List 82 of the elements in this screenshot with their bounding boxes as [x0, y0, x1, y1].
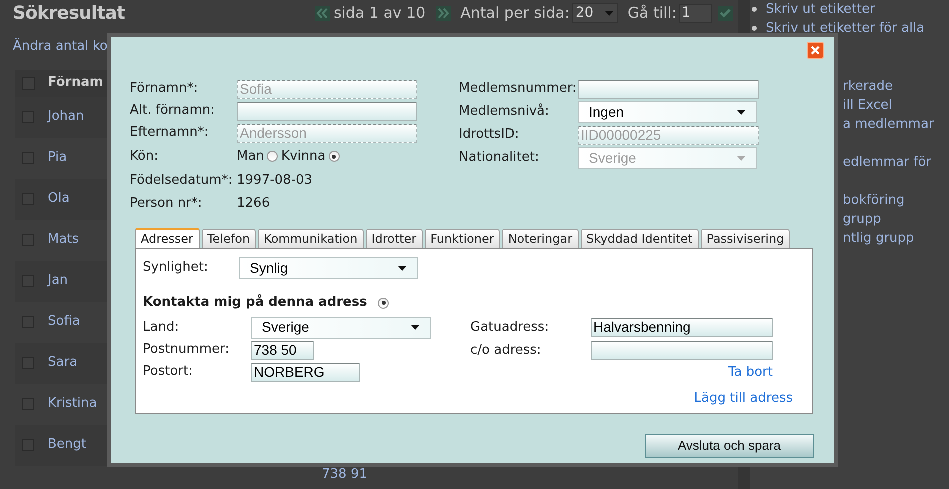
- save-button[interactable]: Avsluta och spara: [645, 434, 814, 458]
- tab[interactable]: Telefon: [202, 229, 256, 248]
- field-label: Efternamn*:: [130, 124, 210, 142]
- sidebar-link[interactable]: rkerade: [843, 77, 893, 96]
- radio-button[interactable]: [328, 151, 340, 162]
- field-label: Kontakta mig på denna adress: [143, 294, 368, 312]
- sidebar-link[interactable]: Skriv ut etiketter för alla: [766, 19, 925, 38]
- sidebar-link[interactable]: ill Excel: [843, 96, 892, 115]
- remove-link[interactable]: Ta bort: [728, 363, 773, 382]
- columns-link[interactable]: Ändra antal ko: [13, 37, 108, 56]
- sidebar-link[interactable]: ntlig grupp: [843, 229, 914, 248]
- caret-icon: [737, 110, 746, 114]
- text-field[interactable]: [237, 102, 417, 120]
- text-field[interactable]: [590, 341, 772, 360]
- field-label: Person nr*:: [130, 194, 204, 213]
- option-label: Man: [237, 148, 264, 166]
- page-title: Sökresultat: [13, 2, 125, 26]
- tab[interactable]: Passivisering: [700, 229, 790, 248]
- text-field[interactable]: Halvarsbenning: [590, 318, 772, 337]
- sidebar-link[interactable]: edlemmar för: [843, 153, 932, 172]
- option-label: Kvinna: [281, 148, 326, 166]
- add-address-link[interactable]: Lägg till adress: [694, 388, 793, 408]
- name-link[interactable]: Pia: [48, 148, 68, 168]
- sidebar-link[interactable]: a medlemmar: [843, 115, 934, 134]
- tab[interactable]: Idrotter: [366, 229, 423, 248]
- name-link[interactable]: Kristina: [48, 394, 98, 414]
- name-link[interactable]: Sofia: [48, 312, 80, 332]
- field-label: Postnummer:: [143, 341, 230, 360]
- caret-icon: [737, 156, 746, 160]
- field-label: Nationalitet:: [459, 149, 540, 168]
- double-right-arrow-icon: [436, 6, 451, 20]
- field-value: 1266: [237, 194, 270, 213]
- tab[interactable]: Skyddad Identitet: [580, 229, 699, 248]
- field-label: c/o adress:: [470, 342, 542, 360]
- dropdown[interactable]: Ingen: [578, 101, 757, 123]
- field-label: IdrottsID:: [459, 126, 520, 144]
- field-label: Kön:: [130, 148, 160, 166]
- text-field[interactable]: 738 50: [251, 340, 314, 360]
- table-cell: 738 91: [322, 466, 368, 482]
- per-page-label: Antal per sida:: [460, 2, 570, 24]
- name-link[interactable]: Bengt: [48, 435, 87, 455]
- tab[interactable]: Funktioner: [424, 229, 500, 248]
- dropdown[interactable]: Sverige: [251, 316, 431, 338]
- sidebar-link[interactable]: bokföring: [843, 191, 905, 210]
- caret-icon: [604, 10, 614, 16]
- sidebar-link[interactable]: Skriv ut etiketter: [766, 0, 876, 19]
- tab[interactable]: Adresser: [135, 228, 200, 248]
- page-indicator: sida 1 av 10: [334, 2, 426, 24]
- double-left-arrow-icon: [314, 6, 330, 20]
- dropdown[interactable]: Synlig: [239, 257, 418, 279]
- name-link[interactable]: Ola: [48, 189, 70, 209]
- close-button[interactable]: [807, 42, 824, 59]
- field-label: Medlemsnivå:: [459, 102, 550, 122]
- field-label: Medlemsnummer:: [459, 80, 578, 98]
- field-label: Förnamn*:: [130, 80, 200, 98]
- column-header: Förnam: [48, 74, 104, 92]
- field-label: Gatuadress:: [470, 318, 550, 337]
- tab[interactable]: Kommunikation: [258, 229, 364, 248]
- name-link[interactable]: Jan: [48, 271, 68, 291]
- text-field[interactable]: [578, 80, 759, 98]
- field-label: Land:: [143, 318, 180, 337]
- goto-label: Gå till:: [628, 2, 677, 24]
- field-label: Alt. förnamn:: [130, 102, 216, 120]
- go-button[interactable]: [718, 6, 733, 20]
- text-field[interactable]: NORBERG: [251, 362, 360, 382]
- field-label: Postort:: [143, 363, 194, 382]
- checkmark-icon: [720, 8, 731, 18]
- name-link[interactable]: Johan: [48, 107, 84, 127]
- sidebar-link[interactable]: grupp: [843, 210, 882, 229]
- radio-button[interactable]: [378, 298, 390, 308]
- field-value: 1997-08-03: [237, 172, 313, 190]
- goto-field[interactable]: 1: [678, 4, 712, 22]
- name-link[interactable]: Mats: [48, 230, 80, 250]
- field-label: Födelsedatum*:: [130, 172, 234, 190]
- caret-icon: [411, 325, 420, 330]
- close-icon: [811, 46, 820, 55]
- name-link[interactable]: Sara: [48, 353, 78, 373]
- tab[interactable]: Noteringar: [502, 229, 578, 248]
- per-page-dropdown[interactable]: 20: [572, 3, 618, 23]
- field-label: Synlighet:: [143, 259, 210, 278]
- caret-icon: [398, 266, 407, 270]
- radio-button[interactable]: [267, 151, 278, 162]
